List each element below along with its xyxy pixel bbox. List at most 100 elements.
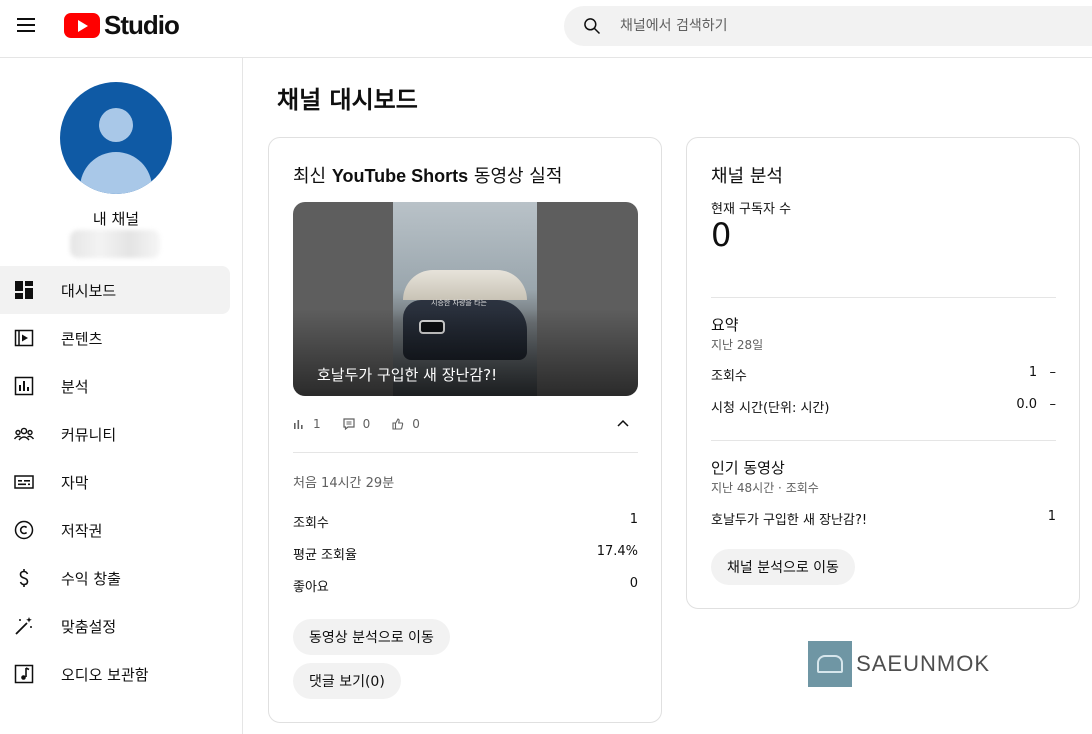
sidebar-item-label: 맞춤설정 (61, 617, 117, 636)
stat-label: 좋아요 (293, 580, 329, 595)
sidebar-item-label: 커뮤니티 (61, 425, 117, 444)
stat-row-likes: 좋아요 0 (293, 576, 638, 595)
thumbs-up-icon (392, 418, 404, 430)
stat-row-views: 조회수 1 (293, 512, 638, 531)
watermark-logo-icon (808, 641, 853, 687)
title-post: 동영상 실적 (468, 166, 563, 187)
view-comments-button[interactable]: 댓글 보기(0) (293, 663, 401, 699)
thumbnail-subtitle: 시승한 차량을 타는 (431, 299, 487, 307)
summary-value: 1 – (1029, 365, 1056, 380)
likes-count: 0 (412, 417, 420, 431)
comment-icon (343, 418, 355, 430)
summary-number: 0.0 (1016, 397, 1038, 412)
sidebar-item-label: 수익 창출 (61, 569, 121, 588)
sidebar-item-analytics[interactable]: 분석 (0, 362, 243, 410)
my-channel-label: 내 채널 (92, 210, 140, 228)
top-video-row[interactable]: 호날두가 구입한 새 장난감?! 1 (711, 509, 1056, 528)
go-to-video-analytics-button[interactable]: 동영상 분석으로 이동 (293, 619, 450, 655)
community-icon (14, 424, 34, 444)
channel-analytics-card: 채널 분석 현재 구독자 수 0 요약 지난 28일 조회수 1 – 시청 시간… (686, 137, 1080, 609)
summary-label: 조회수 (711, 369, 747, 384)
sidebar-item-monetization[interactable]: 수익 창출 (0, 554, 243, 602)
channel-search-bar[interactable] (564, 6, 1092, 46)
top-video-title[interactable]: 호날두가 구입한 새 장난감?! (711, 513, 867, 528)
summary-period: 지난 28일 (711, 338, 764, 352)
analytics-card-title: 채널 분석 (711, 166, 783, 187)
sidebar-item-community[interactable]: 커뮤니티 (0, 410, 243, 458)
dashboard-icon (14, 280, 34, 300)
sidebar-item-audio-library[interactable]: 오디오 보관함 (0, 650, 243, 698)
hamburger-menu-icon[interactable] (10, 9, 42, 41)
stat-label: 평균 조회율 (293, 548, 357, 563)
video-stats-row: 1 0 0 (293, 414, 638, 434)
page-title: 채널 대시보드 (277, 86, 418, 114)
divider (711, 297, 1056, 298)
subtitles-icon (14, 472, 34, 492)
sidebar-item-subtitles[interactable]: 자막 (0, 458, 243, 506)
watermark-text: SAEUNMOK (856, 651, 990, 676)
top-videos-meta: 지난 48시간 · 조회수 (711, 481, 819, 495)
top-app-bar: Studio (0, 0, 1092, 58)
comments-count: 0 (362, 417, 371, 431)
divider (293, 452, 638, 453)
stat-value: 0 (629, 576, 638, 591)
views-count: 1 (313, 417, 321, 431)
comments-stat: 0 (343, 417, 371, 431)
stat-value: 17.4% (596, 544, 638, 559)
summary-label: 시청 시간(단위: 시간) (711, 401, 830, 416)
summary-number: 1 (1028, 365, 1038, 380)
stat-row-avg-view-rate: 평균 조회율 17.4% (293, 544, 638, 563)
summary-value: 0.0 – (1016, 397, 1056, 412)
sidebar-item-label: 자막 (61, 473, 89, 492)
channel-avatar[interactable] (60, 82, 172, 194)
divider (711, 440, 1056, 441)
summary-trend: – (1049, 397, 1057, 412)
summary-title: 요약 (711, 316, 739, 334)
title-pre: 최신 (293, 166, 332, 187)
video-title: 호날두가 구입한 새 장난감?! (317, 366, 498, 384)
sidebar-item-label: 저작권 (61, 521, 103, 540)
magic-wand-icon (14, 616, 34, 636)
monetization-icon (14, 568, 34, 588)
summary-trend: – (1049, 365, 1057, 380)
sidebar-item-label: 콘텐츠 (61, 329, 103, 348)
search-input[interactable] (620, 18, 1040, 34)
stat-label: 조회수 (293, 516, 329, 531)
saeunmok-watermark: SAEUNMOK (808, 641, 990, 687)
top-videos-title: 인기 동영상 (711, 459, 785, 477)
sidebar-item-dashboard[interactable]: 대시보드 (0, 266, 230, 314)
blurred-channel-name (70, 230, 160, 258)
audio-library-icon (14, 664, 34, 684)
logo-text: Studio (104, 9, 180, 40)
search-icon[interactable] (582, 16, 602, 36)
sidebar-nav: 대시보드 콘텐츠 분석 커뮤니티 자막 저작권 수익 창출 맞춤설정 오디오 보… (0, 266, 243, 698)
content-icon (14, 328, 34, 348)
chevron-up-icon[interactable] (616, 416, 630, 430)
sidebar-item-label: 대시보드 (61, 281, 117, 300)
first-period-label: 처음 14시간 29분 (293, 476, 395, 491)
sidebar-item-label: 오디오 보관함 (61, 665, 149, 684)
subscribers-value: 0 (711, 216, 732, 254)
sidebar-item-copyright[interactable]: 저작권 (0, 506, 243, 554)
bar-chart-icon (294, 420, 303, 429)
summary-row-watch-time: 시청 시간(단위: 시간) 0.0 – (711, 397, 1056, 416)
subscribers-label: 현재 구독자 수 (711, 202, 792, 217)
analytics-icon (14, 376, 34, 396)
sidebar-item-customization[interactable]: 맞춤설정 (0, 602, 243, 650)
copyright-icon (14, 520, 34, 540)
sidebar-item-label: 분석 (61, 377, 89, 396)
latest-shorts-card: 최신 YouTube Shorts 동영상 실적 시승한 차량을 타는 호날두가… (268, 137, 662, 723)
sidebar-item-content[interactable]: 콘텐츠 (0, 314, 243, 362)
left-sidebar: 내 채널 대시보드 콘텐츠 분석 커뮤니티 자막 저작권 수익 창출 맞춤설정 … (0, 58, 243, 734)
shorts-card-title: 최신 YouTube Shorts 동영상 실적 (293, 162, 562, 188)
views-stat: 1 (293, 417, 321, 431)
top-video-views: 1 (1047, 509, 1056, 524)
youtube-play-icon (64, 12, 100, 38)
youtube-studio-logo[interactable]: Studio (64, 9, 180, 40)
title-bold: YouTube Shorts (331, 166, 469, 186)
likes-stat: 0 (392, 417, 420, 431)
stat-value: 1 (629, 512, 638, 527)
summary-row-views: 조회수 1 – (711, 365, 1056, 384)
video-thumbnail[interactable]: 시승한 차량을 타는 호날두가 구입한 새 장난감?! (293, 202, 638, 396)
go-to-channel-analytics-button[interactable]: 채널 분석으로 이동 (711, 549, 855, 585)
